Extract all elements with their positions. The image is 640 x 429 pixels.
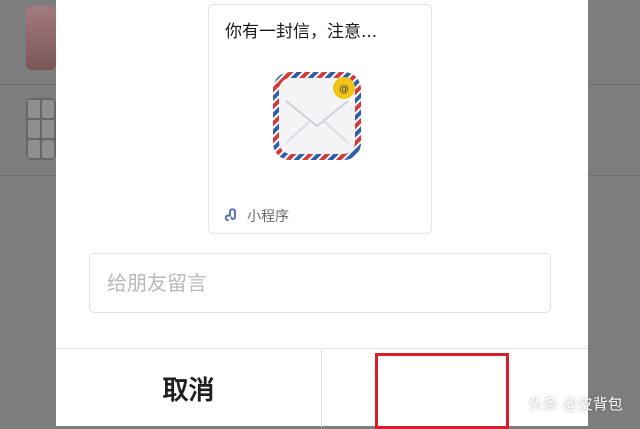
mini-program-share-card[interactable]: 你有一封信，注意... @ 小程序 [208,4,432,234]
list-divider [0,175,56,176]
watermark: 头条 @皮背包 [528,395,623,413]
card-footer: 小程序 [223,205,289,227]
group-chat-avatar [26,98,56,160]
airmail-envelope-icon: @ [273,72,361,160]
highlight-annotation-box [375,353,509,429]
list-divider [588,175,640,176]
svg-text:@: @ [339,84,349,95]
list-divider [588,84,640,85]
card-title: 你有一封信，注意... [225,22,378,42]
cancel-button[interactable]: 取消 [56,349,321,427]
chat-avatar [26,6,56,70]
list-divider [0,84,56,85]
message-to-friend-input[interactable] [89,253,551,313]
mini-program-link-icon [224,208,236,221]
mini-program-label: 小程序 [247,209,289,225]
